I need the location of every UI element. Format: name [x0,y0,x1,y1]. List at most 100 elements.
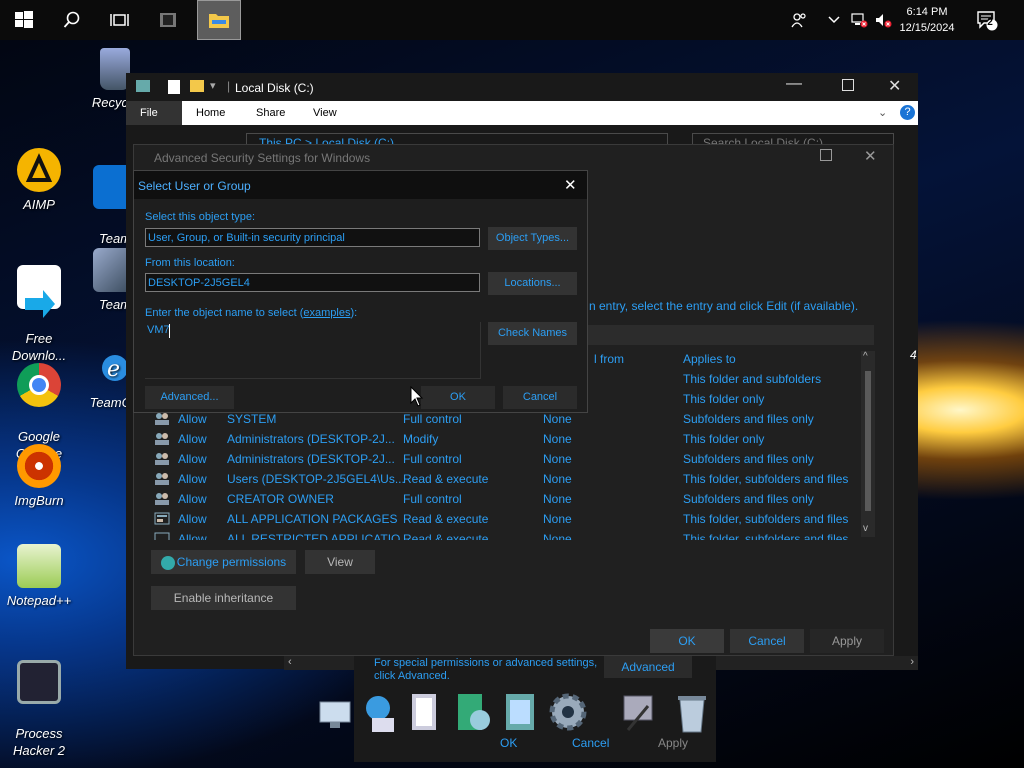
scroll-up-icon[interactable]: ^ [863,351,868,362]
mouse-cursor-icon [410,386,424,407]
row-applies: This folder and subfolders [683,372,822,386]
users-icon [154,492,170,505]
action-center-icon[interactable]: 2 [972,0,1002,40]
close-button[interactable]: ✕ [564,176,577,194]
close-button[interactable]: ✕ [864,147,877,165]
check-names-button[interactable]: Check Names [488,322,577,345]
maximize-button[interactable] [842,79,854,91]
column-inherited-from[interactable]: l from [594,352,624,366]
row-applies: This folder, subfolders and files [683,512,849,526]
ok-button[interactable]: OK [650,629,724,653]
cancel-button[interactable]: Cancel [503,386,577,409]
cancel-button[interactable]: Cancel [572,736,609,750]
desktop-icon-notepadpp[interactable]: Notepad++ [0,544,78,609]
settings-gear-icon[interactable] [546,690,590,736]
users-icon [154,452,170,465]
title-separator: | [227,79,231,93]
desktop-icon-aimp[interactable]: AIMP [0,148,78,213]
network-icon[interactable] [358,690,402,736]
maximize-button[interactable] [820,149,832,161]
row-applies: Subfolders and files only [683,492,814,506]
control-panel-icon[interactable] [618,690,662,736]
row-inherited: None [543,472,572,486]
locations-button[interactable]: Locations... [488,272,577,295]
task-view-icon[interactable] [96,0,144,40]
row-inherited: None [543,412,572,426]
windows-logo-icon[interactable] [0,0,48,40]
media-icon[interactable] [452,690,496,736]
permission-row[interactable]: Allow Administrators (DESKTOP-2J... Full… [154,450,874,470]
people-icon[interactable] [786,0,812,40]
search-icon[interactable] [48,0,96,40]
change-permissions-label: Change permissions [176,555,287,569]
desktop-icon-imgburn[interactable]: ImgBurn [0,444,78,509]
advanced-button[interactable]: Advanced [604,656,692,678]
permission-row[interactable]: Allow SYSTEM Full control None Subfolder… [154,410,874,430]
column-applies-to[interactable]: Applies to [683,352,736,366]
package-icon [154,532,170,540]
documents-icon[interactable] [404,690,448,736]
svg-text:e: e [107,357,120,382]
tab-file[interactable]: File [126,101,182,125]
pictures-icon[interactable] [500,690,544,736]
permission-row[interactable]: Allow ALL APPLICATION PACKAGES Read & ex… [154,510,874,530]
view-button[interactable]: View [305,550,375,574]
help-icon[interactable]: ? [900,105,915,120]
row-access: Read & execute [403,512,489,526]
object-types-button[interactable]: Object Types... [488,227,577,250]
app-icon[interactable] [144,0,192,40]
examples-link[interactable]: examples [303,307,350,319]
ok-button[interactable]: OK [421,386,495,409]
volume-muted-icon[interactable] [872,0,894,40]
row-applies: This folder only [683,392,765,406]
ok-button[interactable]: OK [500,736,517,750]
desktop-icon-process-hacker[interactable]: Process Hacker 2 [0,643,78,759]
row-applies: This folder, subfolders and files [683,472,849,486]
close-button[interactable]: ✕ [888,76,901,96]
permission-row[interactable]: Allow ALL RESTRICTED APPLICATIO... Read … [154,530,874,540]
file-explorer-icon[interactable] [197,0,241,40]
explorer-titlebar: ▾ | Local Disk (C:) — ✕ [126,73,918,101]
permission-row[interactable]: Allow Users (DESKTOP-2J5GEL4\Us... Read … [154,470,874,490]
apply-button[interactable]: Apply [810,629,884,653]
advanced-security-title: Advanced Security Settings for Windows [154,151,371,165]
permission-hint: n entry, select the entry and click Edit… [589,299,859,313]
permission-row[interactable]: Allow Administrators (DESKTOP-2J... Modi… [154,430,874,450]
disc-icon [17,444,61,488]
advanced-button[interactable]: Advanced... [145,386,234,409]
enable-inheritance-button[interactable]: Enable inheritance [151,586,296,610]
row-access: Full control [403,452,462,466]
cancel-button[interactable]: Cancel [730,629,804,653]
change-permissions-button[interactable]: Change permissions [151,550,296,574]
computer-icon[interactable] [314,690,358,736]
network-error-icon[interactable] [848,0,870,40]
permission-row[interactable]: Allow CREATOR OWNER Full control None Su… [154,490,874,510]
scroll-left-icon[interactable]: ‹ [288,656,292,668]
clock-date: 12/15/2024 [899,22,955,34]
object-name-input[interactable]: VM7 [145,322,481,379]
select-user-titlebar: Select User or Group ✕ [134,171,587,199]
tab-view[interactable]: View [299,101,351,125]
chevron-up-icon[interactable] [824,0,844,40]
row-type: Allow [178,412,207,426]
object-type-field: User, Group, or Built-in security princi… [145,228,480,247]
tab-home[interactable]: Home [182,101,239,125]
recycle-bin-icon[interactable] [670,690,714,736]
row-access: Modify [403,432,439,446]
scroll-down-icon[interactable]: v [863,523,868,534]
scroll-right-icon[interactable]: › [910,656,914,668]
clock[interactable]: 6:14 PM 12/15/2024 [892,4,962,36]
properties-icon[interactable] [168,80,180,94]
scroll-thumb[interactable] [865,371,871,511]
minimize-button[interactable]: — [786,75,802,93]
permissions-scrollbar[interactable]: ^ v [861,351,875,537]
ribbon-expand-icon[interactable]: ⌄ [878,106,887,119]
row-applies: Subfolders and files only [683,452,814,466]
row-applies: Subfolders and files only [683,412,814,426]
quick-access-dropdown-icon[interactable]: ▾ [210,79,216,92]
users-icon [154,412,170,425]
tab-share[interactable]: Share [242,101,299,125]
new-folder-icon[interactable] [190,80,204,92]
apply-button[interactable]: Apply [658,736,688,750]
object-type-label: Select this object type: [145,211,256,223]
